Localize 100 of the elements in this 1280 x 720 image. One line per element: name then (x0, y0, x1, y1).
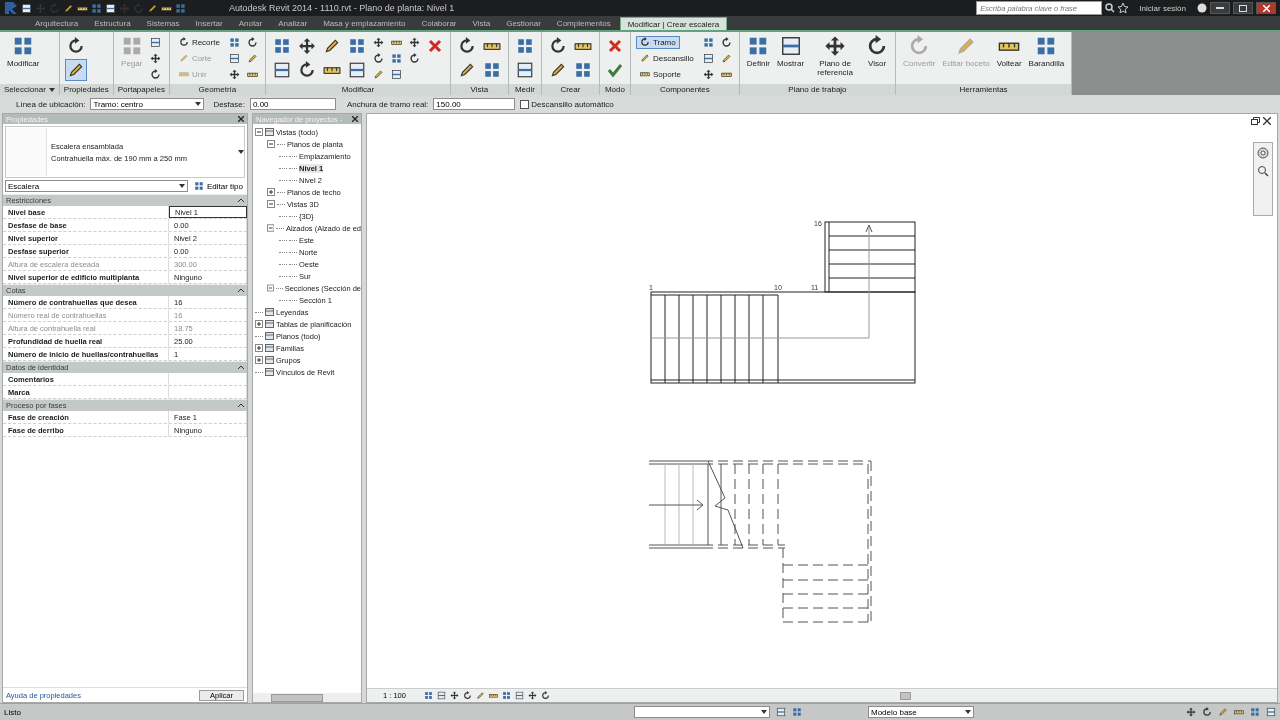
search-icon[interactable] (1105, 3, 1116, 13)
ruler-icon (488, 691, 498, 700)
window-icon (390, 68, 402, 80)
chevron-icon[interactable] (238, 403, 244, 408)
panel-title: Geometría (169, 84, 265, 95)
ruler-icon (639, 69, 650, 79)
panel-title: Componentes (630, 84, 739, 95)
ribbon-tab[interactable]: Gestionar (499, 17, 548, 30)
panel-title: Modo (599, 84, 630, 95)
minimize-icon (1216, 6, 1224, 10)
expand-icon[interactable] (255, 344, 263, 352)
ribbon-tab[interactable]: Insertar (188, 17, 230, 30)
ribbon-tab[interactable]: Vista (465, 17, 498, 30)
collapse-icon[interactable] (267, 200, 275, 208)
ribbon-tab[interactable]: Sistemas (139, 17, 187, 30)
navigation-bar[interactable] (1253, 142, 1273, 216)
close-icon[interactable] (238, 116, 244, 122)
expand-icon[interactable] (267, 188, 275, 196)
pencil-icon (639, 53, 650, 63)
offset-field[interactable]: 0.00 (249, 98, 336, 110)
status-message: Listo (4, 707, 21, 717)
ribbon-tab[interactable]: Arquitectura (28, 17, 86, 30)
zoom-icon[interactable] (1257, 165, 1269, 177)
run-width-field[interactable]: 150.00 (433, 98, 516, 110)
location-line-select[interactable]: Tramo: centro (90, 98, 205, 110)
collapse-icon[interactable] (267, 284, 274, 292)
design-option-select[interactable]: Modelo base (868, 706, 974, 718)
expand-icon[interactable] (255, 320, 263, 328)
ruler-icon (178, 69, 189, 79)
rotate-icon (457, 37, 476, 55)
ribbon-button[interactable]: Soporte (635, 67, 685, 81)
ribbon-button[interactable]: Plano de referencia (809, 34, 862, 82)
close-icon[interactable] (352, 116, 358, 122)
rotate-icon (1202, 707, 1212, 717)
rotate-icon (49, 2, 60, 14)
arrows-icon (1186, 707, 1196, 717)
grid-icon (175, 2, 186, 14)
checkbox-label: Descansillo automático (531, 99, 614, 109)
arrows-icon (702, 68, 714, 80)
star-icon[interactable] (1118, 3, 1129, 13)
collapse-icon[interactable] (267, 140, 275, 148)
ribbon-button[interactable]: Descansillo (635, 51, 698, 65)
ribbon-tab[interactable]: Masa y emplazamiento (316, 17, 413, 30)
ribbon-tab[interactable]: Analizar (271, 17, 315, 30)
pencil-icon (372, 68, 384, 80)
panel-title: Propiedades (59, 84, 113, 95)
minimize-button[interactable] (1210, 2, 1230, 14)
category-filter[interactable]: Escalera (5, 180, 188, 192)
type-preview (6, 128, 47, 176)
ribbon-tab[interactable]: Anotar (231, 17, 270, 30)
scrollbar-thumb[interactable] (900, 691, 911, 700)
ribbon-tab[interactable]: Complementos (549, 17, 618, 30)
tool-button[interactable] (64, 59, 87, 81)
pencil-icon (1218, 707, 1228, 717)
app-logo-icon[interactable] (4, 1, 18, 15)
ribbon-button[interactable]: Recorte (174, 35, 224, 49)
caret-icon (761, 710, 767, 714)
field-label: Anchura de tramo real: (346, 99, 429, 109)
rotate-icon (639, 37, 650, 47)
ribbon-tab[interactable]: Modificar | Crear escalera (619, 17, 728, 30)
arrows-icon (372, 36, 384, 48)
ribbon-button[interactable]: Voltear (994, 34, 1024, 82)
ribbon-tab[interactable]: Colaborar (414, 17, 464, 30)
panel-title[interactable]: Seleccionar (0, 84, 59, 95)
rotate-icon (372, 52, 384, 64)
collapse-icon[interactable] (267, 224, 275, 232)
ribbon-button[interactable]: Tramo (635, 35, 680, 49)
close-button[interactable] (1256, 2, 1276, 14)
chevron-icon[interactable] (238, 288, 244, 293)
checkbox[interactable] (520, 99, 530, 109)
cancel-icon (606, 38, 623, 54)
view-icon (265, 368, 274, 376)
grid-icon (423, 691, 433, 700)
grid-icon (702, 36, 714, 48)
ribbon-tab[interactable]: Estructura (87, 17, 138, 30)
ribbon-button[interactable]: Definir (744, 34, 772, 82)
ribbon-button[interactable]: Barandilla (1026, 34, 1067, 82)
collapse-icon[interactable] (255, 128, 263, 136)
panel-title: Medir (508, 84, 541, 95)
pencil-icon (178, 53, 189, 63)
restore-icon[interactable] (1251, 117, 1260, 125)
expand-icon[interactable] (255, 356, 263, 364)
sign-in-link[interactable]: Iniciar sesión (1139, 3, 1186, 13)
edit-type-button[interactable]: Editar tipo (191, 181, 245, 191)
close-icon[interactable] (1263, 117, 1271, 125)
chevron-icon[interactable] (238, 198, 244, 203)
scrollbar[interactable] (253, 693, 361, 702)
maximize-button[interactable] (1233, 2, 1253, 14)
grid-icon (573, 61, 592, 79)
rotate-icon (66, 37, 85, 55)
grid-icon (1250, 707, 1260, 717)
grid-icon (792, 707, 802, 717)
workset-select[interactable] (634, 706, 770, 718)
chevron-icon[interactable] (238, 365, 244, 370)
stair-plan-drawing[interactable] (650, 221, 916, 384)
steering-wheel-icon[interactable] (1257, 147, 1269, 159)
ribbon-button[interactable]: Mostrar (774, 34, 807, 82)
pencil-icon (246, 52, 258, 64)
ribbon-button[interactable]: Modificar (5, 34, 42, 82)
ribbon-button[interactable]: Visor (864, 34, 891, 82)
